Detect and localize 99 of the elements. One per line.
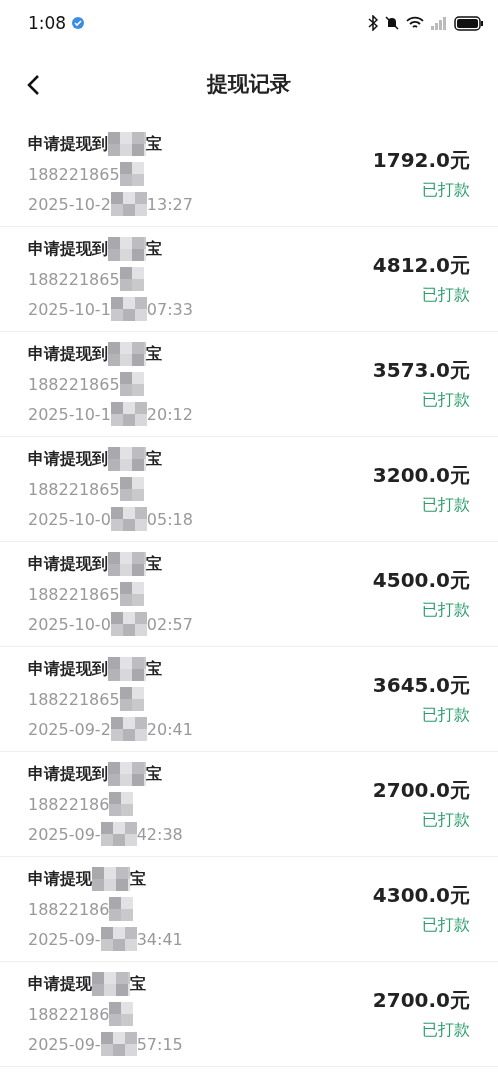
payment-status: 已打款	[422, 390, 470, 411]
mosaic-patch	[110, 612, 147, 636]
payment-status: 已打款	[422, 810, 470, 831]
record-title: 申请提现到	[28, 658, 108, 680]
record-time: 13:27	[146, 194, 193, 214]
record-title: 申请提现到	[28, 238, 108, 260]
mosaic-patch	[109, 1002, 134, 1026]
mosaic-patch	[110, 507, 147, 531]
payment-status: 已打款	[422, 705, 470, 726]
page-title: 提现记录	[207, 71, 291, 98]
record-title-end: 宝	[146, 343, 162, 365]
mosaic-patch	[109, 792, 134, 816]
record-time: 02:57	[146, 614, 193, 634]
record-title: 申请提现到	[28, 553, 108, 575]
mosaic-patch	[119, 162, 144, 186]
mosaic-patch	[108, 762, 146, 786]
record-title-end: 宝	[146, 238, 162, 260]
mosaic-patch	[92, 972, 130, 996]
record-title-end: 宝	[130, 973, 146, 995]
mosaic-patch	[119, 477, 144, 501]
record-time: 42:38	[136, 824, 183, 844]
back-chevron-icon	[26, 74, 40, 96]
record-date: 2025-10-1	[28, 299, 111, 319]
record-title-end: 宝	[146, 133, 162, 155]
payment-status: 已打款	[422, 285, 470, 306]
record-date: 2025-09-	[28, 1034, 101, 1054]
record-title-end: 宝	[146, 763, 162, 785]
record-title-end: 宝	[146, 553, 162, 575]
bluetooth-icon	[368, 15, 378, 31]
record-title: 申请提现	[28, 973, 92, 995]
mosaic-patch	[108, 342, 146, 366]
account-number: 18822186	[28, 794, 110, 814]
record-title: 申请提现到	[28, 763, 108, 785]
mosaic-patch	[100, 822, 137, 846]
account-number: 188221865	[28, 269, 120, 289]
account-number: 188221865	[28, 164, 120, 184]
mosaic-patch	[110, 192, 147, 216]
record-date: 2025-10-0	[28, 614, 111, 634]
record-title: 申请提现到	[28, 133, 108, 155]
record-date: 2025-10-1	[28, 404, 111, 424]
battery-icon	[454, 15, 484, 31]
payment-status: 已打款	[422, 1020, 470, 1041]
account-number: 188221865	[28, 374, 120, 394]
withdraw-amount: 3573.0元	[372, 357, 470, 384]
mosaic-patch	[119, 267, 144, 291]
record-date: 2025-10-0	[28, 509, 111, 529]
mosaic-patch	[100, 927, 137, 951]
mosaic-patch	[92, 867, 130, 891]
record-title-end: 宝	[146, 448, 162, 470]
mosaic-patch	[108, 657, 146, 681]
account-number: 188221865	[28, 584, 120, 604]
wifi-icon	[406, 16, 424, 30]
payment-status: 已打款	[422, 600, 470, 621]
record-date: 2025-09-2	[28, 719, 111, 739]
record-title: 申请提现	[28, 868, 92, 890]
withdraw-amount: 4500.0元	[372, 567, 470, 594]
record-time: 34:41	[136, 929, 183, 949]
account-number: 18822186	[28, 1004, 110, 1024]
signal-icon	[430, 16, 448, 30]
mosaic-patch	[110, 402, 147, 426]
withdraw-amount: 3200.0元	[372, 462, 470, 489]
mosaic-patch	[119, 372, 144, 396]
record-date: 2025-10-2	[28, 194, 111, 214]
record-date: 2025-09-	[28, 824, 101, 844]
withdraw-amount: 4300.0元	[372, 882, 470, 909]
account-number: 188221865	[28, 479, 120, 499]
withdraw-amount: 2700.0元	[372, 777, 470, 804]
mosaic-patch	[108, 447, 146, 471]
account-number: 188221865	[28, 689, 120, 709]
withdraw-amount: 2700.0元	[372, 987, 470, 1014]
mosaic-patch	[110, 717, 147, 741]
mosaic-patch	[119, 582, 144, 606]
record-time: 20:41	[146, 719, 193, 739]
withdraw-amount: 3645.0元	[372, 672, 470, 699]
withdraw-amount: 4812.0元	[372, 252, 470, 279]
mosaic-patch	[109, 897, 134, 921]
record-title-end: 宝	[130, 868, 146, 890]
record-time: 05:18	[146, 509, 193, 529]
mosaic-patch	[119, 687, 144, 711]
check-badge-icon	[72, 17, 85, 29]
record-title-end: 宝	[146, 658, 162, 680]
mosaic-patch	[100, 1032, 137, 1056]
status-time: 1:08	[28, 13, 67, 33]
account-number: 18822186	[28, 899, 110, 919]
payment-status: 已打款	[422, 495, 470, 516]
record-date: 2025-09-	[28, 929, 101, 949]
mosaic-patch	[110, 297, 147, 321]
record-title: 申请提现到	[28, 343, 108, 365]
record-time: 20:12	[146, 404, 193, 424]
withdraw-amount: 1792.0元	[372, 147, 470, 174]
payment-status: 已打款	[422, 180, 470, 201]
payment-status: 已打款	[422, 915, 470, 936]
record-time: 57:15	[136, 1034, 183, 1054]
mosaic-patch	[108, 237, 146, 261]
mosaic-patch	[108, 132, 146, 156]
bell-muted-icon	[384, 15, 400, 31]
record-title: 申请提现到	[28, 448, 108, 470]
mosaic-patch	[108, 552, 146, 576]
record-time: 07:33	[146, 299, 193, 319]
